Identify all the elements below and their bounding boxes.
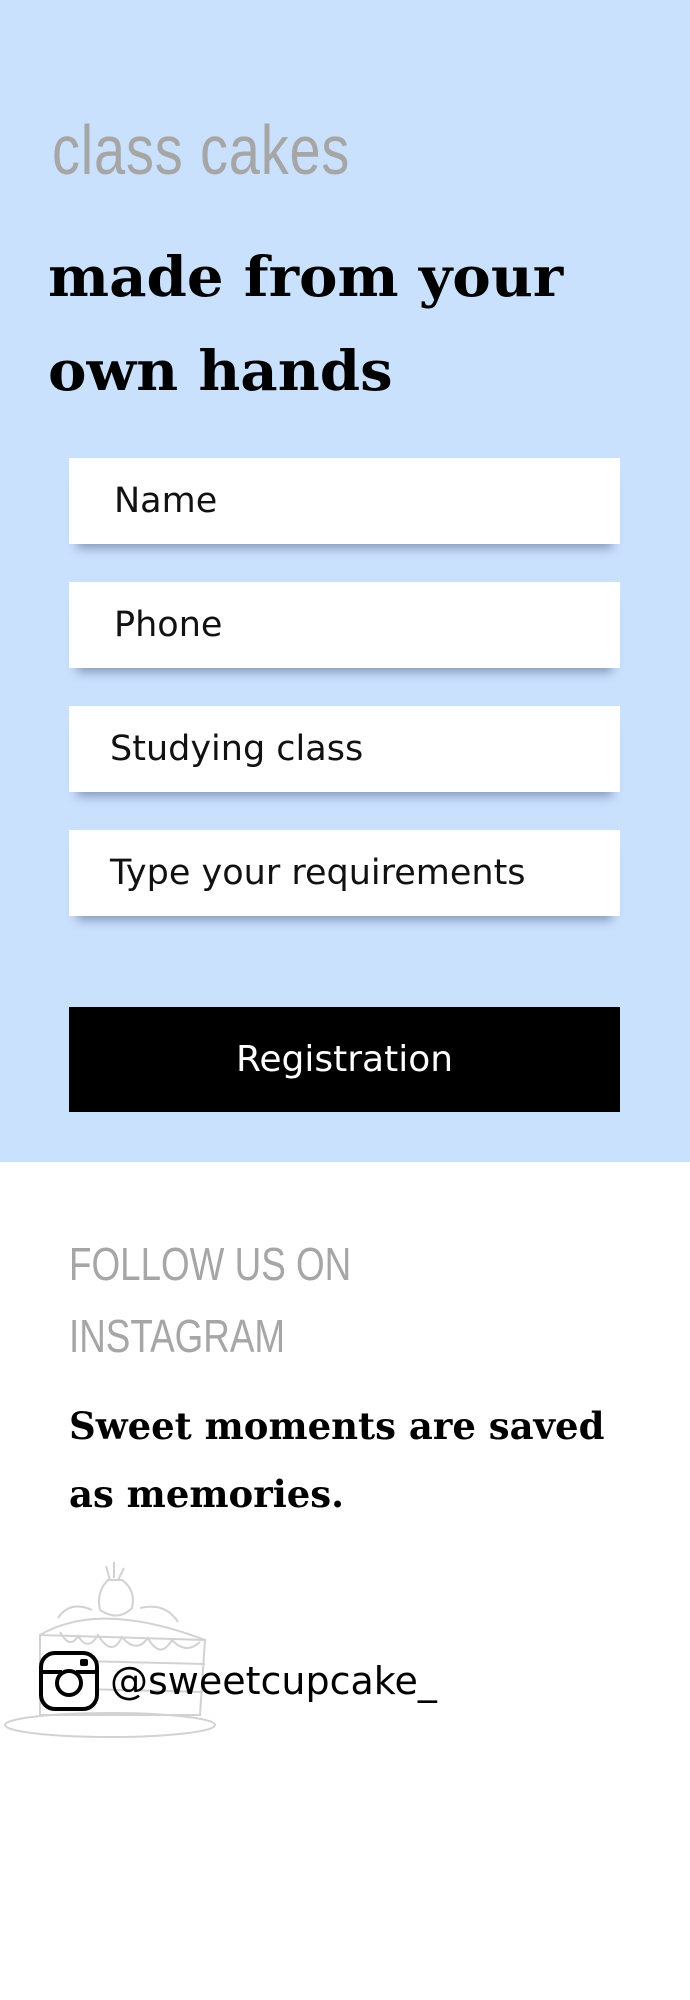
requirements-field[interactable]: Type your requirements [69,830,620,916]
instagram-heading-line-1: FOLLOW US ON [69,1238,352,1290]
name-field-placeholder: Name [114,481,218,521]
section-kicker: class cakes [52,111,351,189]
registration-button[interactable]: Registration [69,1007,620,1112]
instagram-heading-line-2: INSTAGRAM [69,1310,286,1362]
phone-field[interactable]: Phone [69,582,620,668]
name-field[interactable]: Name [69,458,620,544]
instagram-handle-link[interactable]: @sweetcupcake_ [110,1655,437,1707]
cake-slice-illustration [4,1562,216,1738]
page-title-line-2: own hands [48,338,393,403]
instagram-tagline: Sweet moments are saved as memories. [69,1392,604,1528]
instagram-heading: FOLLOW US ON INSTAGRAM [69,1228,351,1372]
instagram-tagline-line-1: Sweet moments are saved [69,1404,605,1448]
requirements-field-placeholder: Type your requirements [110,853,526,893]
studying-class-field-placeholder: Studying class [110,729,364,769]
studying-class-field[interactable]: Studying class [69,706,620,792]
phone-field-placeholder: Phone [114,605,223,645]
registration-section: class cakes made from your own hands Nam… [0,0,690,1162]
instagram-icon[interactable] [38,1650,100,1712]
page-title-line-1: made from your [48,244,564,309]
page-title: made from your own hands [48,230,563,418]
instagram-tagline-line-2: as memories. [69,1472,345,1516]
